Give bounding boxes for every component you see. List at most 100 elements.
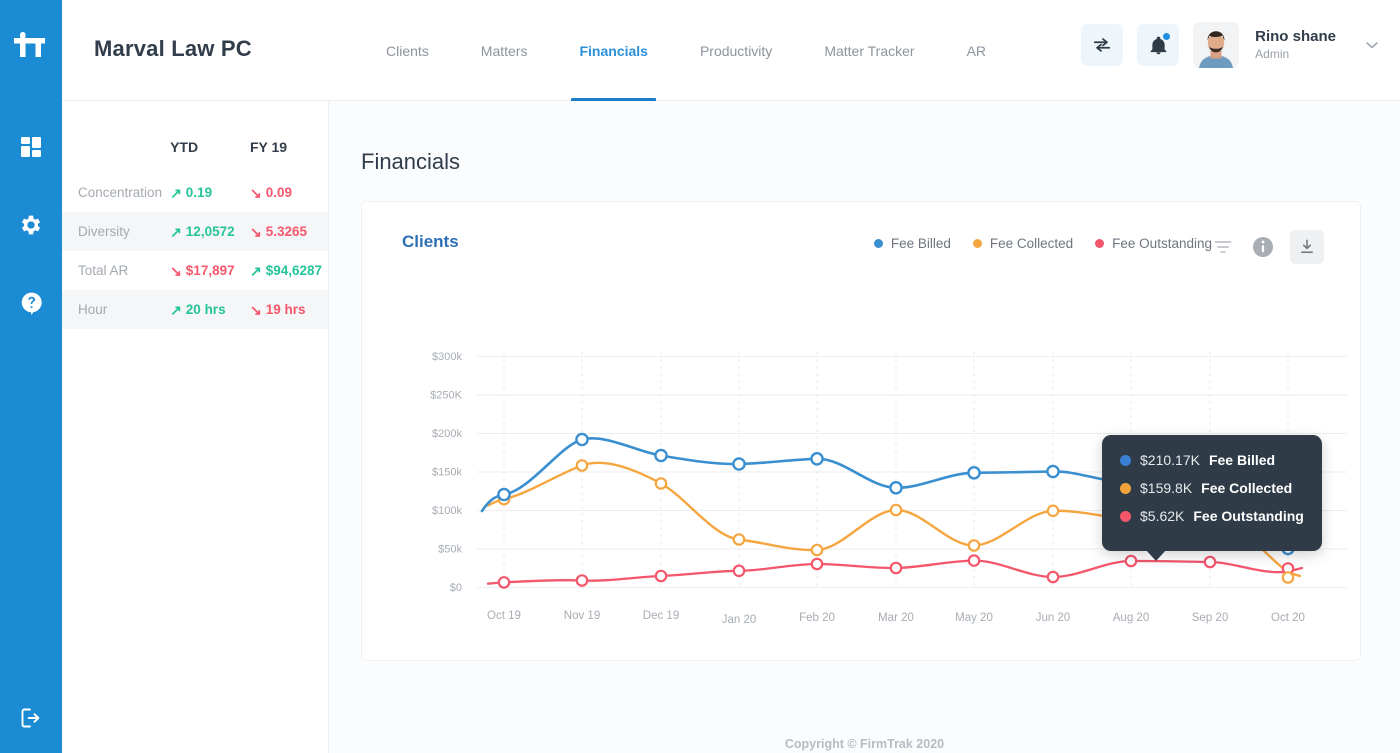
stats-cell-fy19: ↘ 5.3265 bbox=[246, 212, 328, 251]
tab-financials[interactable]: Financials bbox=[553, 40, 673, 62]
rail-bottom bbox=[0, 701, 62, 735]
dashboard-grid-icon[interactable] bbox=[14, 130, 48, 164]
table-row[interactable]: Concentration ↗ 0.19 ↘ 0.09 bbox=[62, 173, 328, 212]
trend-up-icon: ↗ bbox=[170, 302, 182, 319]
table-row[interactable]: Diversity ↗ 12,0572 ↘ 5.3265 bbox=[62, 212, 328, 251]
page-title: Financials bbox=[361, 149, 460, 175]
trend-up-icon: ↗ bbox=[170, 185, 182, 202]
tab-ar[interactable]: AR bbox=[941, 40, 1012, 62]
tab-clients[interactable]: Clients bbox=[360, 40, 455, 62]
tooltip-value: $210.17K bbox=[1140, 452, 1200, 468]
trend-down-icon: ↘ bbox=[250, 302, 262, 319]
tooltip-row-fee-collected: $159.8K Fee Collected bbox=[1120, 480, 1304, 496]
stats-cell-value: 12,0572 bbox=[186, 224, 235, 239]
tooltip-dot bbox=[1120, 455, 1131, 466]
trend-up-icon: ↗ bbox=[250, 263, 262, 280]
svg-text:Dec 19: Dec 19 bbox=[643, 610, 679, 622]
stats-cell-value: 5.3265 bbox=[266, 224, 307, 239]
svg-text:Feb 20: Feb 20 bbox=[799, 612, 835, 624]
stats-header-row: YTD FY 19 bbox=[62, 133, 328, 173]
stats-cell-ytd: ↗ 0.19 bbox=[166, 173, 246, 212]
avatar[interactable] bbox=[1193, 22, 1239, 68]
stats-table: YTD FY 19 Concentration ↗ 0.19 ↘ 0.09 Dive… bbox=[62, 133, 328, 329]
stats-row-label: Total AR bbox=[62, 251, 166, 290]
svg-text:$50k: $50k bbox=[438, 544, 462, 556]
logout-icon[interactable] bbox=[14, 701, 48, 735]
tab-matters[interactable]: Matters bbox=[455, 40, 554, 62]
stats-cell-fy19: ↘ 19 hrs bbox=[246, 290, 328, 329]
chevron-down-icon[interactable] bbox=[1362, 35, 1382, 55]
table-row[interactable]: Total AR ↘ $17,897 ↗ $94,6287 bbox=[62, 251, 328, 290]
tooltip-dot bbox=[1120, 483, 1131, 494]
user-role: Admin bbox=[1255, 46, 1336, 62]
svg-text:Aug 20: Aug 20 bbox=[1113, 612, 1149, 624]
svg-text:Jan 20: Jan 20 bbox=[722, 614, 757, 626]
stats-cell-value: 20 hrs bbox=[186, 302, 226, 317]
user-name: Rino shane bbox=[1255, 28, 1336, 46]
stats-cell-fy19: ↗ $94,6287 bbox=[246, 251, 328, 290]
stats-cell-value: $94,6287 bbox=[266, 263, 322, 278]
table-row[interactable]: Hour ↗ 20 hrs ↘ 19 hrs bbox=[62, 290, 328, 329]
app-root: Marval Law PC Clients Matters Financials… bbox=[0, 0, 1400, 753]
stats-cell-value: $17,897 bbox=[186, 263, 235, 278]
stats-row-label: Hour bbox=[62, 290, 166, 329]
page-brand-title: Marval Law PC bbox=[94, 36, 252, 62]
svg-text:$250K: $250K bbox=[430, 390, 462, 402]
tooltip-label: Fee Billed bbox=[1209, 452, 1275, 468]
tooltip-dot bbox=[1120, 511, 1131, 522]
svg-text:May 20: May 20 bbox=[955, 612, 993, 624]
stats-cell-value: 0.19 bbox=[186, 185, 212, 200]
footer-copyright: Copyright © FirmTrak 2020 bbox=[329, 737, 1400, 753]
user-info: Rino shane Admin bbox=[1255, 28, 1336, 62]
help-circle-icon[interactable] bbox=[14, 286, 48, 320]
stats-cell-value: 0.09 bbox=[266, 185, 292, 200]
stats-cell-fy19: ↘ 0.09 bbox=[246, 173, 328, 212]
trend-down-icon: ↘ bbox=[170, 263, 182, 280]
stats-row-label: Diversity bbox=[62, 212, 166, 251]
svg-text:Oct 20: Oct 20 bbox=[1271, 612, 1305, 624]
stats-row-label: Concentration bbox=[62, 173, 166, 212]
tooltip-value: $5.62K bbox=[1140, 508, 1184, 524]
svg-text:$200k: $200k bbox=[432, 428, 462, 440]
top-bar-right: Rino shane Admin bbox=[1081, 22, 1382, 68]
stats-cell-ytd: ↗ 20 hrs bbox=[166, 290, 246, 329]
trend-down-icon: ↘ bbox=[250, 185, 262, 202]
chart-tooltip: $210.17K Fee Billed $159.8K Fee Collecte… bbox=[1102, 435, 1322, 551]
svg-text:Jun 20: Jun 20 bbox=[1036, 612, 1071, 624]
svg-text:Sep 20: Sep 20 bbox=[1192, 612, 1228, 624]
tooltip-row-fee-outstanding: $5.62K Fee Outstanding bbox=[1120, 508, 1304, 524]
trend-up-icon: ↗ bbox=[170, 224, 182, 241]
stats-cell-ytd: ↗ 12,0572 bbox=[166, 212, 246, 251]
svg-text:$300k: $300k bbox=[432, 351, 462, 363]
svg-text:Mar 20: Mar 20 bbox=[878, 612, 914, 624]
top-bar: Marval Law PC Clients Matters Financials… bbox=[62, 0, 1400, 101]
stats-cell-ytd: ↘ $17,897 bbox=[166, 251, 246, 290]
stats-header-ytd: YTD bbox=[166, 133, 246, 173]
rail-icon-list bbox=[14, 130, 48, 320]
tab-productivity[interactable]: Productivity bbox=[674, 40, 798, 62]
stats-header-blank bbox=[62, 133, 166, 173]
main-nav-tabs: Clients Matters Financials Productivity … bbox=[360, 40, 1012, 62]
tab-matter-tracker[interactable]: Matter Tracker bbox=[798, 40, 940, 62]
trend-down-icon: ↘ bbox=[250, 224, 262, 241]
stats-panel: YTD FY 19 Concentration ↗ 0.19 ↘ 0.09 Dive… bbox=[62, 101, 329, 753]
svg-text:Nov 19: Nov 19 bbox=[564, 610, 600, 622]
tooltip-pointer bbox=[1146, 550, 1166, 561]
main-content: Financials Clients Fee Billed Fee Collec… bbox=[329, 101, 1400, 753]
stats-cell-value: 19 hrs bbox=[266, 302, 306, 317]
bell-icon[interactable] bbox=[1137, 24, 1179, 66]
tooltip-label: Fee Collected bbox=[1201, 480, 1292, 496]
tooltip-row-fee-billed: $210.17K Fee Billed bbox=[1120, 452, 1304, 468]
clients-chart-card: Clients Fee Billed Fee Collected Fee Out… bbox=[361, 201, 1361, 661]
svg-text:$150k: $150k bbox=[432, 467, 462, 479]
gear-icon[interactable] bbox=[14, 208, 48, 242]
svg-text:$0: $0 bbox=[450, 582, 462, 594]
left-rail bbox=[0, 0, 62, 753]
svg-text:$100k: $100k bbox=[432, 505, 462, 517]
chart-plot-area: $300k $250K $200k $150k $100k $50k $0 Oc… bbox=[362, 202, 1362, 662]
arrows-transfer-icon[interactable] bbox=[1081, 24, 1123, 66]
app-logo[interactable] bbox=[8, 22, 54, 68]
stats-header-fy19: FY 19 bbox=[246, 133, 328, 173]
tooltip-label: Fee Outstanding bbox=[1193, 508, 1303, 524]
svg-text:Oct 19: Oct 19 bbox=[487, 610, 521, 622]
